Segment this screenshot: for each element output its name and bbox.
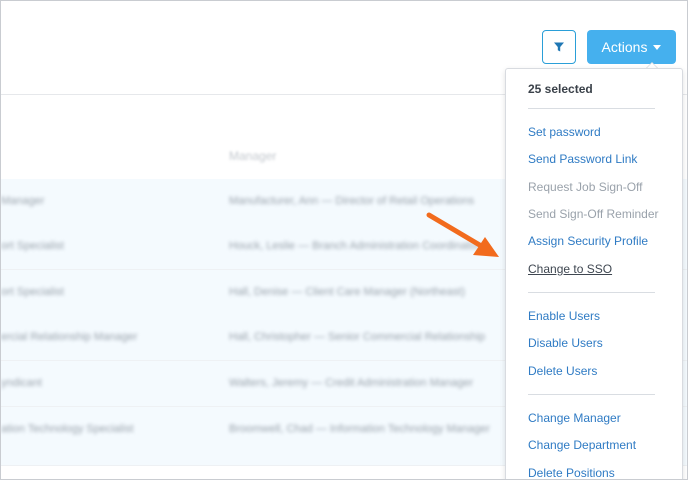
job-title-cell: ercial Relationship Manager	[1, 331, 138, 343]
manager-cell: Broomwell, Chad — Information Technology…	[229, 423, 490, 435]
menu-item-change-department[interactable]: Change Department	[528, 438, 636, 452]
menu-item-send-sign-off-reminder: Send Sign-Off Reminder	[528, 206, 659, 221]
job-title-cell: ort Specialist	[1, 240, 64, 252]
menu-item-change-to-sso[interactable]: Change to SSO	[528, 262, 612, 276]
manager-cell: Hall, Denise — Client Care Manager (Nort…	[229, 286, 465, 298]
job-title-cell: ation Technology Specialist	[1, 423, 134, 435]
menu-item-enable-users[interactable]: Enable Users	[528, 309, 600, 323]
menu-item-assign-security-profile[interactable]: Assign Security Profile	[528, 234, 648, 248]
filter-icon	[554, 42, 564, 52]
caret-down-icon	[653, 44, 662, 50]
dropdown-separator	[528, 108, 655, 109]
selected-count: 25 selected	[528, 82, 593, 96]
menu-item-delete-positions[interactable]: Delete Positions	[528, 466, 615, 479]
menu-item-delete-users[interactable]: Delete Users	[528, 364, 597, 378]
filter-button[interactable]	[542, 30, 576, 64]
manager-cell: Walters, Jeremy — Credit Administration …	[229, 377, 474, 389]
manager-column-header: Manager	[229, 149, 277, 163]
menu-item-set-password[interactable]: Set password	[528, 125, 601, 139]
dropdown-separator	[528, 394, 655, 395]
annotation-arrow-icon	[426, 212, 499, 257]
actions-button-label: Actions	[601, 39, 648, 55]
menu-item-change-manager[interactable]: Change Manager	[528, 411, 621, 425]
app-window: Actions Manager Manager Manufacturer, Ann…	[0, 0, 688, 480]
actions-button[interactable]: Actions	[587, 30, 676, 64]
job-title-cell: Manager	[1, 195, 45, 207]
manager-cell: Manufacturer, Ann — Director of Retail O…	[229, 195, 475, 207]
job-title-cell: ort Specialist	[1, 286, 64, 298]
menu-item-disable-users[interactable]: Disable Users	[528, 336, 603, 350]
menu-item-request-job-sign-off: Request Job Sign-Off	[528, 179, 643, 194]
actions-dropdown-menu: 25 selected Set password Send Password Li…	[505, 68, 683, 479]
dropdown-separator	[528, 292, 655, 293]
manager-cell: Hall, Christopher — Senior Commercial Re…	[229, 331, 486, 343]
menu-item-send-password-link[interactable]: Send Password Link	[528, 152, 637, 166]
job-title-cell: yndicant	[1, 377, 42, 389]
